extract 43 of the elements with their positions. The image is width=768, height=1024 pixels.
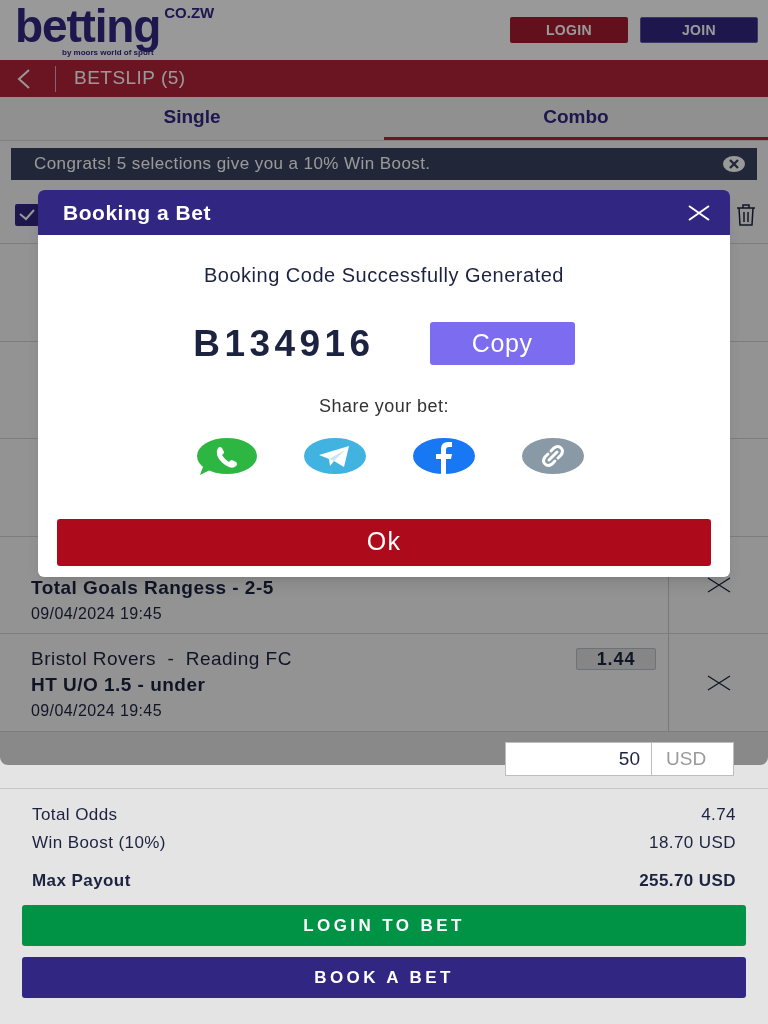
match-time: 09/04/2024 19:45 [31, 603, 163, 624]
share-button[interactable] [520, 436, 585, 477]
summary-label: Total Odds [32, 803, 118, 826]
book-a-bet-button[interactable]: BOOK A BET [22, 956, 746, 998]
betslip-title: BETSLIP (5) [74, 66, 186, 91]
logo-tagline: by moors world of sport [62, 49, 154, 57]
trash-icon[interactable] [736, 204, 756, 226]
booking-code: B134916 [193, 322, 375, 366]
market-text: Total Goals Rangess - 2-5 [31, 575, 275, 600]
remove-icon[interactable] [706, 577, 731, 594]
odds-value: 1.44 [576, 648, 656, 671]
back-icon[interactable] [16, 67, 32, 90]
remove-icon[interactable] [706, 674, 731, 691]
ok-button[interactable]: Ok [57, 518, 711, 566]
market-text: HT U/O 1.5 - under [31, 673, 207, 698]
stake-value: 50 [617, 746, 641, 771]
close-icon[interactable] [688, 204, 710, 221]
stake-field[interactable]: 50 USD [505, 741, 734, 776]
logo-domain: CO.ZW [164, 5, 215, 20]
select-all-checkbox[interactable] [15, 204, 39, 226]
summary-value: 4.74 [701, 803, 736, 826]
success-message: Booking Code Successfully Generated [204, 263, 564, 288]
check-icon [19, 209, 35, 221]
f-logo-icon [411, 436, 476, 475]
copy-button[interactable]: Copy [429, 322, 575, 366]
stake-currency: USD [651, 742, 733, 775]
close-icon[interactable] [723, 156, 745, 172]
paper-plane-icon [302, 436, 367, 475]
share-button[interactable] [411, 436, 476, 477]
summary-value: 255.70 USD [639, 869, 736, 892]
match-teams: Bristol Rovers - Reading FC [31, 647, 292, 672]
dialog-title: Booking a Bet [63, 199, 211, 226]
summary-value: 18.70 USD [649, 831, 736, 854]
link-icon [520, 436, 585, 475]
join-button[interactable]: JOIN [640, 17, 758, 43]
login-to-bet-button[interactable]: LOGIN TO BET [22, 904, 746, 946]
tab[interactable]: Single [0, 97, 384, 140]
share-label: Share your bet: [319, 394, 449, 418]
banner-text: Congrats! 5 selections give you a 10% Win Boost. [34, 153, 431, 176]
login-button[interactable]: LOGIN [510, 17, 628, 43]
match-time: 09/04/2024 19:45 [31, 701, 163, 722]
summary-label: Win Boost (10%) [32, 831, 166, 854]
summary-label: Max Payout [32, 869, 131, 892]
